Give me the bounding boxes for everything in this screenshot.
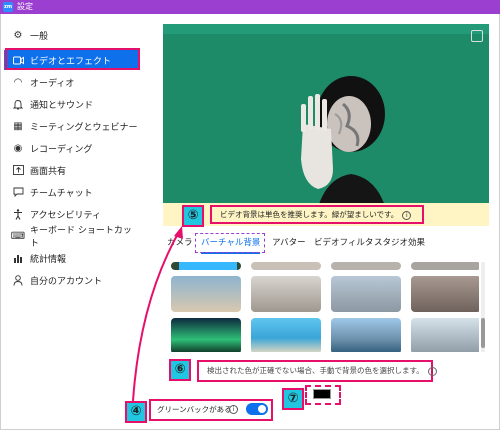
green-screen-toggle[interactable] bbox=[246, 403, 268, 415]
meeting-icon: ▦ bbox=[13, 120, 23, 132]
zoom-logo-icon: zm bbox=[3, 2, 13, 12]
sidebar-item-label: 通知とサウンド bbox=[30, 100, 94, 111]
background-thumbnail[interactable] bbox=[331, 318, 401, 352]
tab-avatar[interactable]: アバター bbox=[272, 236, 306, 254]
tab-camera[interactable]: カメラ bbox=[167, 236, 193, 254]
highlight-box-tab bbox=[195, 233, 265, 253]
sidebar-item-label: 画面共有 bbox=[30, 166, 67, 177]
info-icon[interactable]: i bbox=[402, 210, 412, 220]
info-icon[interactable]: i bbox=[229, 405, 238, 414]
sidebar-item-audio[interactable]: ◠ オーディオ bbox=[4, 72, 140, 92]
video-preview bbox=[163, 24, 489, 226]
title-bar: zm 設定 bbox=[0, 0, 500, 14]
background-thumbnail[interactable] bbox=[171, 262, 241, 270]
stats-icon bbox=[12, 252, 24, 264]
background-thumbnail[interactable] bbox=[171, 318, 241, 352]
chat-icon bbox=[12, 186, 24, 198]
sidebar-item-label: ミーティングとウェビナー bbox=[30, 122, 138, 133]
sidebar-item-recording[interactable]: ◉ レコーディング bbox=[4, 138, 140, 158]
info-icon[interactable]: i bbox=[427, 366, 437, 376]
accessibility-icon bbox=[12, 208, 24, 220]
sidebar-item-accessibility[interactable]: アクセシビリティ bbox=[4, 204, 140, 224]
window-title: 設定 bbox=[17, 2, 33, 11]
sidebar-item-share-screen[interactable]: 画面共有 bbox=[4, 160, 140, 180]
sidebar-item-label: アクセシビリティ bbox=[30, 210, 102, 221]
annotation-badge-5: ⑤ bbox=[182, 205, 204, 227]
record-icon: ◉ bbox=[13, 142, 23, 154]
share-screen-icon bbox=[12, 164, 24, 176]
background-thumbnail[interactable] bbox=[411, 276, 479, 312]
sidebar-item-meetings[interactable]: ▦ ミーティングとウェビナー bbox=[4, 116, 140, 136]
gallery-scrollbar-thumb[interactable] bbox=[481, 318, 485, 348]
warning-message: ビデオ背景は単色を推奨します。緑が望ましいです。 i bbox=[210, 205, 424, 224]
background-thumbnail[interactable] bbox=[251, 318, 321, 352]
annotation-badge-7: ⑦ bbox=[282, 388, 304, 410]
sidebar-item-team-chat[interactable]: チームチャット bbox=[4, 182, 140, 202]
sidebar-item-label: オーディオ bbox=[30, 78, 75, 89]
sidebar-item-statistics[interactable]: 統計情報 bbox=[4, 248, 140, 268]
sidebar-item-label: 一般 bbox=[30, 31, 49, 42]
rotate-camera-icon[interactable] bbox=[471, 30, 483, 42]
sidebar-item-general[interactable]: ⚙ 一般 bbox=[4, 25, 140, 45]
sidebar-item-label: 統計情報 bbox=[30, 254, 67, 265]
highlight-box-sidebar bbox=[5, 48, 140, 70]
sidebar-item-label: 自分のアカウント bbox=[30, 276, 103, 287]
bell-icon bbox=[12, 98, 24, 110]
headphones-icon: ◠ bbox=[13, 76, 23, 88]
manual-color-message: 検出された色が正確でない場合、手動で背景の色を選択します。 i bbox=[197, 360, 437, 382]
toggle-knob bbox=[258, 405, 266, 413]
sidebar-item-label: キーボード ショートカット bbox=[30, 226, 132, 249]
background-thumbnail[interactable] bbox=[251, 262, 321, 270]
background-thumbnail[interactable] bbox=[411, 318, 479, 352]
annotation-badge-4: ④ bbox=[125, 401, 147, 423]
tab-studio-effects[interactable]: スタジオ効果 bbox=[374, 236, 425, 254]
background-thumbnail[interactable] bbox=[251, 276, 321, 312]
green-screen-label: グリーンバックがある bbox=[157, 405, 232, 414]
background-gallery bbox=[163, 262, 479, 352]
tab-video-filter[interactable]: ビデオフィルタ bbox=[314, 236, 373, 254]
annotation-badge-6: ⑥ bbox=[169, 359, 191, 381]
sidebar-item-label: チームチャット bbox=[30, 188, 93, 199]
keyboard-icon: ⌨ bbox=[10, 230, 26, 242]
background-thumbnail[interactable] bbox=[331, 276, 401, 312]
sidebar-item-label: レコーディング bbox=[30, 144, 93, 155]
sidebar-item-keyboard-shortcuts[interactable]: ⌨ キーボード ショートカット bbox=[4, 226, 140, 249]
background-thumbnail[interactable] bbox=[331, 262, 401, 270]
sidebar-item-account[interactable]: 自分のアカウント bbox=[4, 270, 140, 290]
sidebar-item-notifications[interactable]: 通知とサウンド bbox=[4, 94, 140, 114]
account-icon bbox=[12, 274, 24, 286]
gear-icon: ⚙ bbox=[13, 29, 23, 41]
background-color-swatch[interactable] bbox=[313, 389, 331, 399]
background-thumbnail[interactable] bbox=[411, 262, 479, 270]
background-thumbnail[interactable] bbox=[171, 276, 241, 312]
